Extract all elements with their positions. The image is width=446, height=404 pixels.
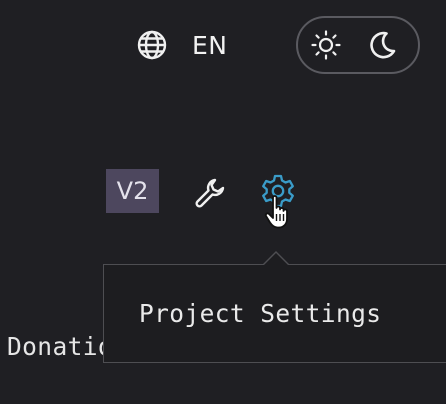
language-selector[interactable]: EN <box>136 26 228 64</box>
globe-icon <box>136 29 168 61</box>
version-badge[interactable]: V2 <box>106 169 159 213</box>
language-code: EN <box>192 30 228 60</box>
tooltip-text: Project Settings <box>139 299 382 328</box>
sun-icon <box>310 29 342 61</box>
tooltip-arrow <box>263 253 289 266</box>
moon-icon <box>366 29 398 61</box>
dark-theme-button[interactable] <box>354 18 410 72</box>
settings-gear-icon[interactable] <box>260 173 296 209</box>
project-settings-tooltip: Project Settings <box>103 264 446 363</box>
theme-toggle[interactable] <box>296 16 420 74</box>
light-theme-button[interactable] <box>298 18 354 72</box>
wrench-icon[interactable] <box>193 176 227 210</box>
